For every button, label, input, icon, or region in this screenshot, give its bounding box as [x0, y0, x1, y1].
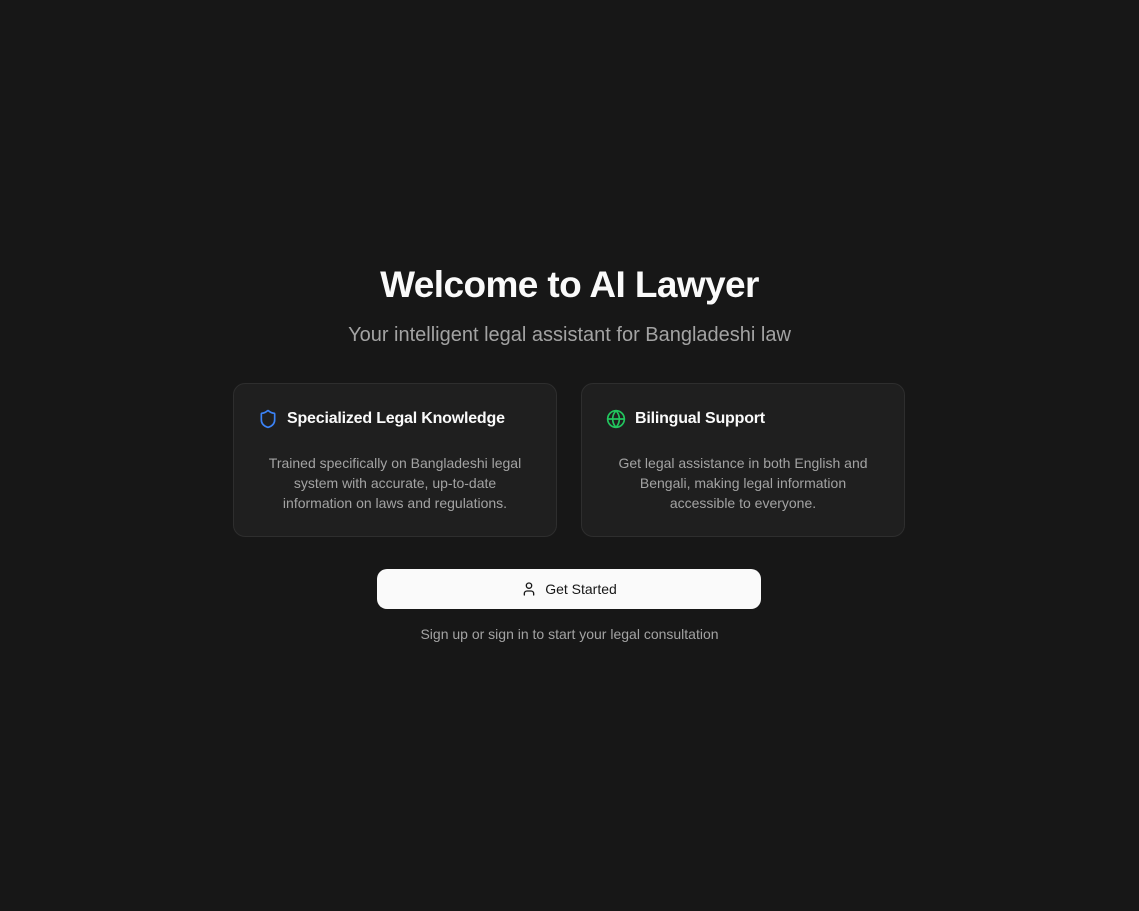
feature-card-legal-knowledge: Specialized Legal Knowledge Trained spec…: [233, 383, 557, 537]
globe-icon: [606, 409, 626, 429]
get-started-button[interactable]: Get Started: [377, 569, 761, 609]
page-subtitle: Your intelligent legal assistant for Ban…: [348, 324, 791, 346]
user-icon: [521, 581, 537, 597]
feature-card-header: Specialized Legal Knowledge: [258, 408, 505, 430]
feature-card-description: Get legal assistance in both English and…: [618, 455, 868, 511]
feature-card-title: Bilingual Support: [635, 410, 765, 427]
welcome-screen: Welcome to AI Lawyer Your intelligent le…: [0, 0, 1139, 911]
feature-card-description: Trained specifically on Bangladeshi lega…: [268, 455, 522, 511]
feature-card-title: Specialized Legal Knowledge: [287, 410, 505, 427]
sign-in-hint: Sign up or sign in to start your legal c…: [420, 626, 719, 642]
shield-icon: [258, 409, 278, 429]
feature-card-header: Bilingual Support: [606, 408, 765, 430]
get-started-label: Get Started: [545, 581, 617, 597]
page-title: Welcome to AI Lawyer: [380, 264, 759, 305]
feature-card-bilingual-support: Bilingual Support Get legal assistance i…: [581, 383, 905, 537]
